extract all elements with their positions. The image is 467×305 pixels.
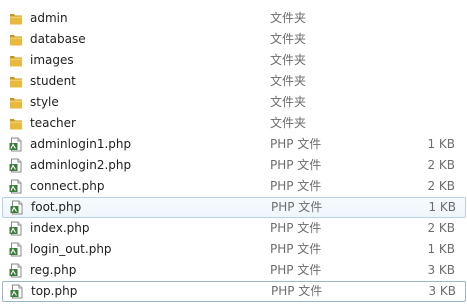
php-file-icon [9, 179, 23, 194]
file-row-adminlogin1[interactable]: adminlogin1.php PHP 文件 1 KB [0, 134, 467, 155]
file-type: PHP 文件 [270, 221, 322, 235]
php-file-icon [9, 242, 23, 257]
file-row-images[interactable]: images 文件夹 [0, 50, 467, 71]
file-type: 文件夹 [270, 53, 307, 67]
php-file-icon [9, 158, 23, 173]
folder-icon [9, 74, 23, 89]
php-file-icon [9, 221, 23, 236]
file-type: PHP 文件 [270, 137, 322, 151]
file-row-login-out[interactable]: login_out.php PHP 文件 1 KB [0, 239, 467, 260]
file-name: top.php [31, 284, 78, 298]
folder-icon [9, 116, 23, 131]
folder-icon [9, 32, 23, 47]
file-name: admin [30, 11, 68, 25]
php-file-icon [9, 137, 23, 152]
file-row-admin[interactable]: admin 文件夹 [0, 8, 467, 29]
folder-icon [9, 95, 23, 110]
file-size: 1 KB [427, 137, 455, 151]
file-name: adminlogin2.php [30, 158, 132, 172]
file-size: 2 KB [427, 158, 455, 172]
file-type: PHP 文件 [270, 179, 322, 193]
file-type: 文件夹 [270, 32, 307, 46]
file-name: adminlogin1.php [30, 137, 132, 151]
file-name: style [30, 95, 59, 109]
file-row-reg[interactable]: reg.php PHP 文件 3 KB [0, 260, 467, 281]
file-name: images [30, 53, 74, 67]
file-row-student[interactable]: student 文件夹 [0, 71, 467, 92]
folder-icon [9, 53, 23, 68]
file-type: PHP 文件 [270, 242, 322, 256]
file-name: login_out.php [30, 242, 112, 256]
file-name: student [30, 74, 76, 88]
file-row-index[interactable]: index.php PHP 文件 2 KB [0, 218, 467, 239]
file-row-connect[interactable]: connect.php PHP 文件 2 KB [0, 176, 467, 197]
file-size: 2 KB [427, 221, 455, 235]
file-name: index.php [30, 221, 90, 235]
php-file-icon [9, 263, 23, 278]
file-row-teacher[interactable]: teacher 文件夹 [0, 113, 467, 134]
file-row-top[interactable]: top.php PHP 文件 3 KB [2, 281, 466, 302]
file-name: reg.php [30, 263, 77, 277]
file-size: 2 KB [427, 179, 455, 193]
file-row-adminlogin2[interactable]: adminlogin2.php PHP 文件 2 KB [0, 155, 467, 176]
file-list: admin 文件夹 database 文件夹 images 文件夹 studen… [0, 8, 467, 302]
file-size: 1 KB [428, 200, 456, 214]
file-size: 3 KB [428, 284, 456, 298]
file-type: PHP 文件 [271, 284, 323, 298]
file-name: foot.php [31, 200, 82, 214]
file-row-database[interactable]: database 文件夹 [0, 29, 467, 50]
file-type: 文件夹 [270, 95, 307, 109]
file-type: 文件夹 [270, 11, 307, 25]
file-row-foot[interactable]: foot.php PHP 文件 1 KB [2, 197, 466, 218]
file-row-style[interactable]: style 文件夹 [0, 92, 467, 113]
php-file-icon [10, 200, 24, 215]
file-type: 文件夹 [270, 116, 307, 130]
file-name: teacher [30, 116, 76, 130]
file-type: PHP 文件 [270, 263, 322, 277]
file-name: database [30, 32, 86, 46]
file-type: 文件夹 [270, 74, 307, 88]
php-file-icon [10, 284, 24, 299]
file-name: connect.php [30, 179, 105, 193]
file-type: PHP 文件 [270, 158, 322, 172]
folder-icon [9, 11, 23, 26]
file-size: 1 KB [427, 242, 455, 256]
file-type: PHP 文件 [271, 200, 323, 214]
file-size: 3 KB [427, 263, 455, 277]
